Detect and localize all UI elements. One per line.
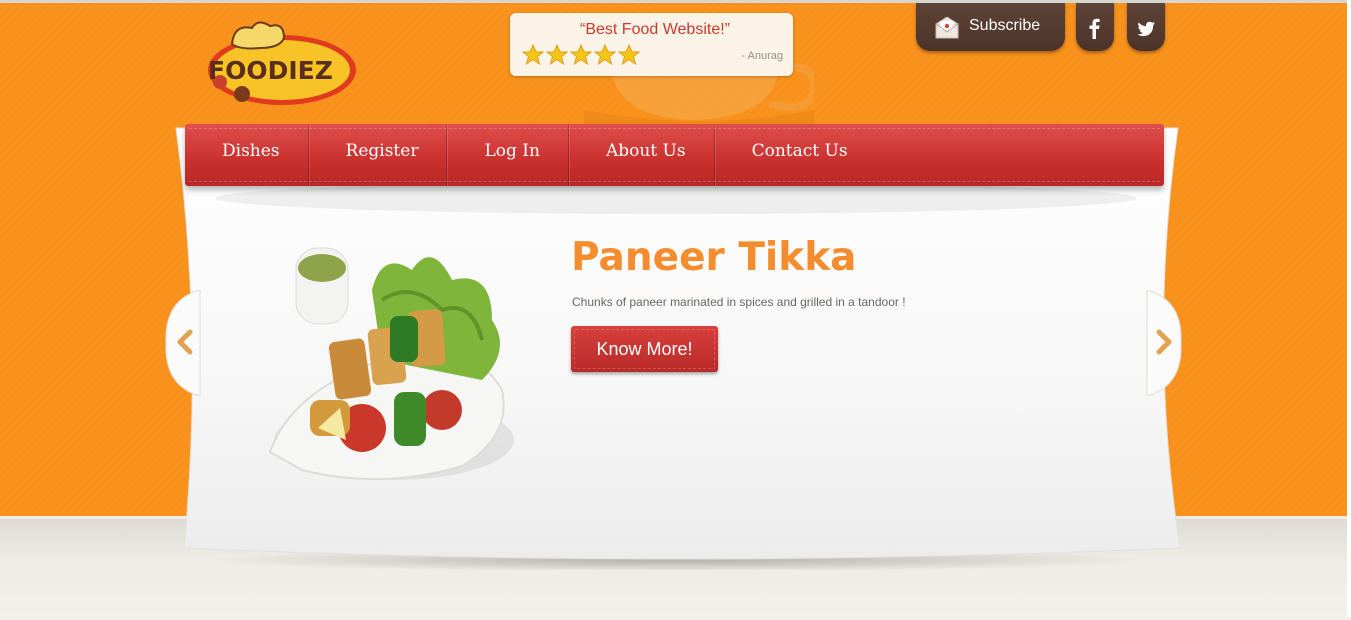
star-icon [618, 44, 640, 66]
facebook-icon [1089, 18, 1100, 39]
subscribe-label: Subscribe [969, 17, 1041, 34]
nav-items: Dishes Register Log In About Us Contact … [185, 124, 876, 186]
mail-icon [935, 17, 959, 39]
chevron-left-icon [165, 290, 201, 396]
nav-item-dishes[interactable]: Dishes [185, 124, 309, 186]
paneer-tikka-image [268, 247, 514, 481]
main-navigation: Dishes Register Log In About Us Contact … [185, 124, 1164, 186]
slider-prev-button[interactable] [164, 290, 204, 396]
know-more-button[interactable]: Know More! [571, 326, 718, 372]
facebook-button[interactable] [1076, 3, 1114, 51]
star-icon [546, 44, 568, 66]
nav-item-register[interactable]: Register [309, 124, 448, 186]
slider-next-button[interactable] [1143, 290, 1183, 396]
star-icon [522, 44, 544, 66]
chevron-right-icon [1146, 290, 1182, 396]
foodiez-logo[interactable]: FOODIEZ [200, 20, 360, 108]
testimonial-quote: “Best Food Website!” [580, 21, 730, 38]
testimonial-card: “Best Food Website!” - Anurag [510, 13, 793, 76]
nav-item-log-in[interactable]: Log In [447, 124, 569, 186]
rating-stars [522, 44, 640, 66]
twitter-button[interactable] [1127, 3, 1165, 51]
testimonial-author: - Anurag [741, 50, 783, 62]
right-gutter [1347, 0, 1351, 617]
slide-title: Paneer Tikka [571, 235, 857, 280]
star-icon [570, 44, 592, 66]
slide-description: Chunks of paneer marinated in spices and… [572, 295, 906, 309]
logo-text: FOODIEZ [208, 56, 333, 85]
twitter-icon [1137, 21, 1155, 37]
subscribe-button[interactable]: Subscribe [916, 3, 1065, 51]
nav-item-contact-us[interactable]: Contact Us [715, 124, 876, 186]
nav-item-about-us[interactable]: About Us [569, 124, 715, 186]
star-icon [594, 44, 616, 66]
